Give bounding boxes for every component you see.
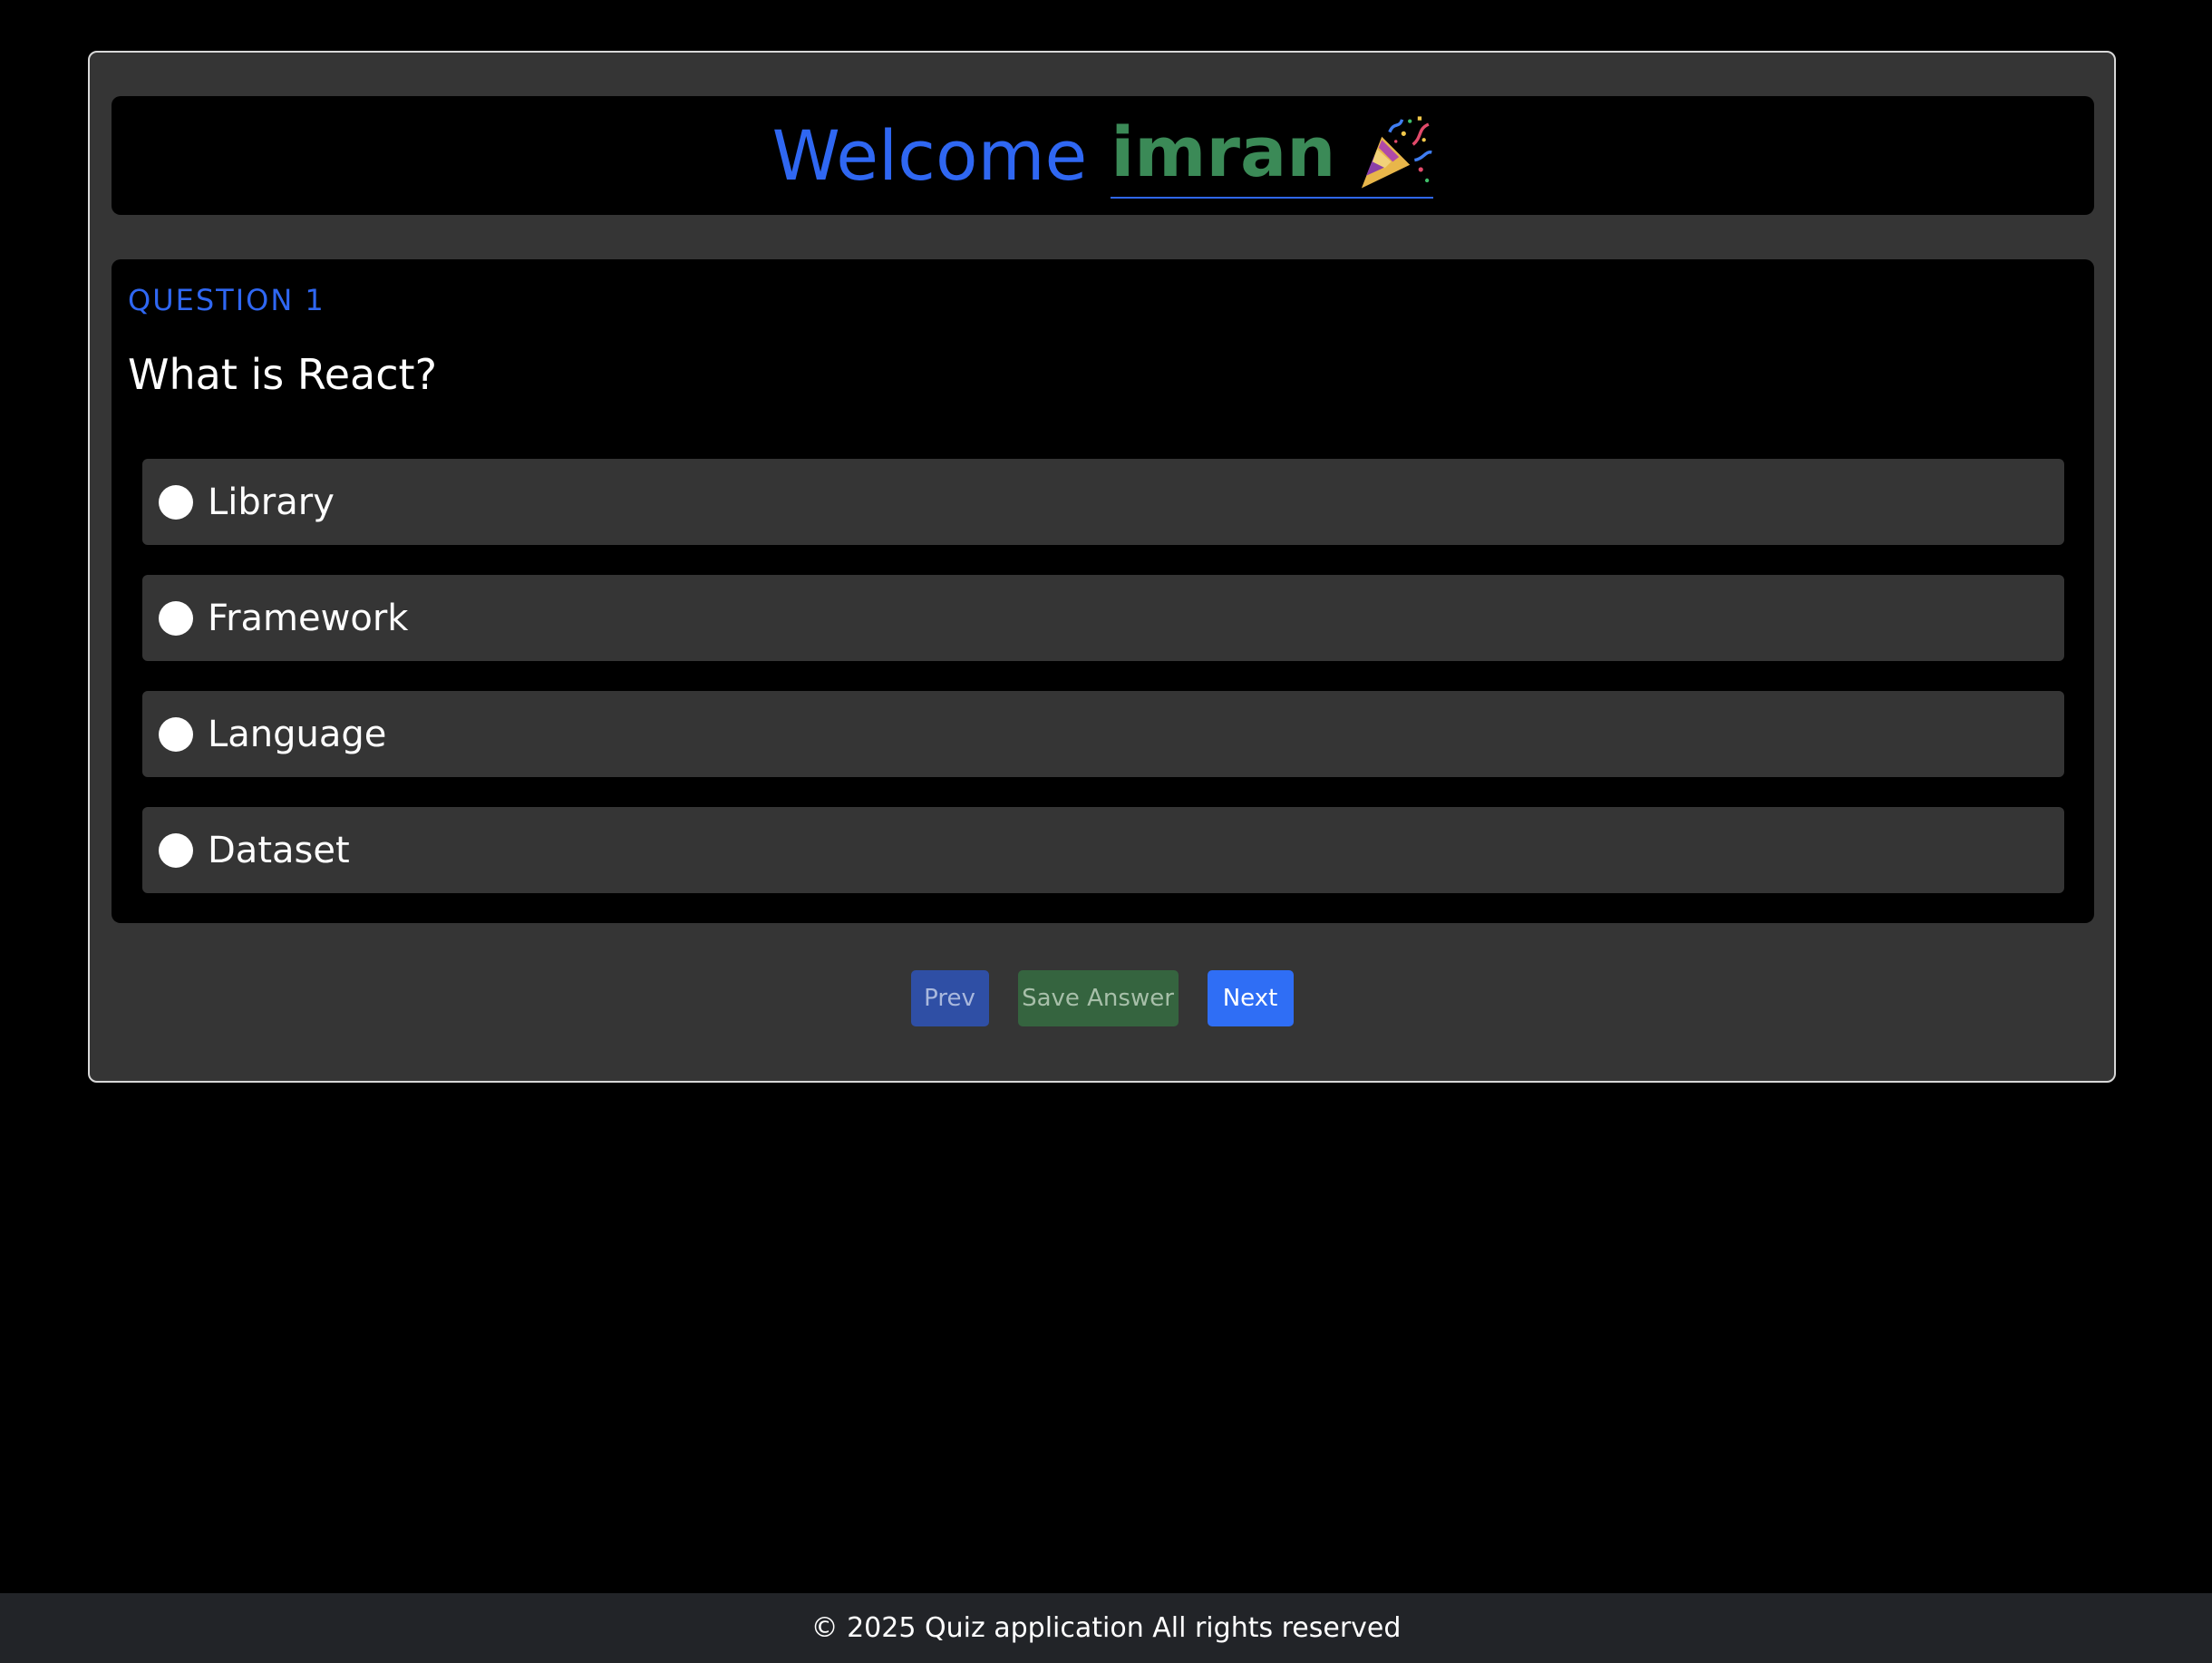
next-button[interactable]: Next: [1207, 970, 1294, 1026]
quiz-card: Welcome imran QUESTION 1 What is React? …: [88, 51, 2116, 1083]
save-answer-button[interactable]: Save Answer: [1017, 970, 1179, 1026]
question-number: QUESTION 1: [128, 283, 325, 317]
radio-button[interactable]: [159, 832, 193, 868]
options-list: Library Framework Language Dataset: [142, 459, 2064, 923]
option-dataset[interactable]: Dataset: [142, 807, 2064, 893]
footer: © 2025 Quiz application All rights reser…: [0, 1593, 2212, 1663]
option-library[interactable]: Library: [142, 459, 2064, 545]
footer-copyright: © 2025 Quiz application All rights reser…: [810, 1612, 1402, 1644]
radio-button[interactable]: [159, 600, 193, 636]
radio-button[interactable]: [159, 484, 193, 520]
action-buttons: Prev Save Answer Next: [90, 970, 2114, 1026]
option-label: Dataset: [208, 829, 350, 871]
welcome-heading: Welcome imran: [772, 113, 1434, 199]
option-language[interactable]: Language: [142, 691, 2064, 777]
question-panel: QUESTION 1 What is React? Library Framew…: [112, 259, 2094, 923]
option-label: Framework: [208, 597, 409, 639]
question-text: What is React?: [128, 350, 437, 399]
option-label: Library: [208, 481, 335, 523]
welcome-banner: Welcome imran: [112, 96, 2094, 215]
radio-button[interactable]: [159, 716, 193, 752]
party-popper-icon: [1362, 115, 1433, 189]
prev-button[interactable]: Prev: [910, 970, 989, 1026]
option-framework[interactable]: Framework: [142, 575, 2064, 661]
option-label: Language: [208, 713, 387, 755]
page: Welcome imran QUESTION 1 What is React? …: [0, 0, 2212, 1663]
user-name: imran: [1111, 111, 1336, 192]
user-name-link: imran: [1111, 111, 1434, 199]
welcome-text: Welcome: [771, 114, 1088, 196]
